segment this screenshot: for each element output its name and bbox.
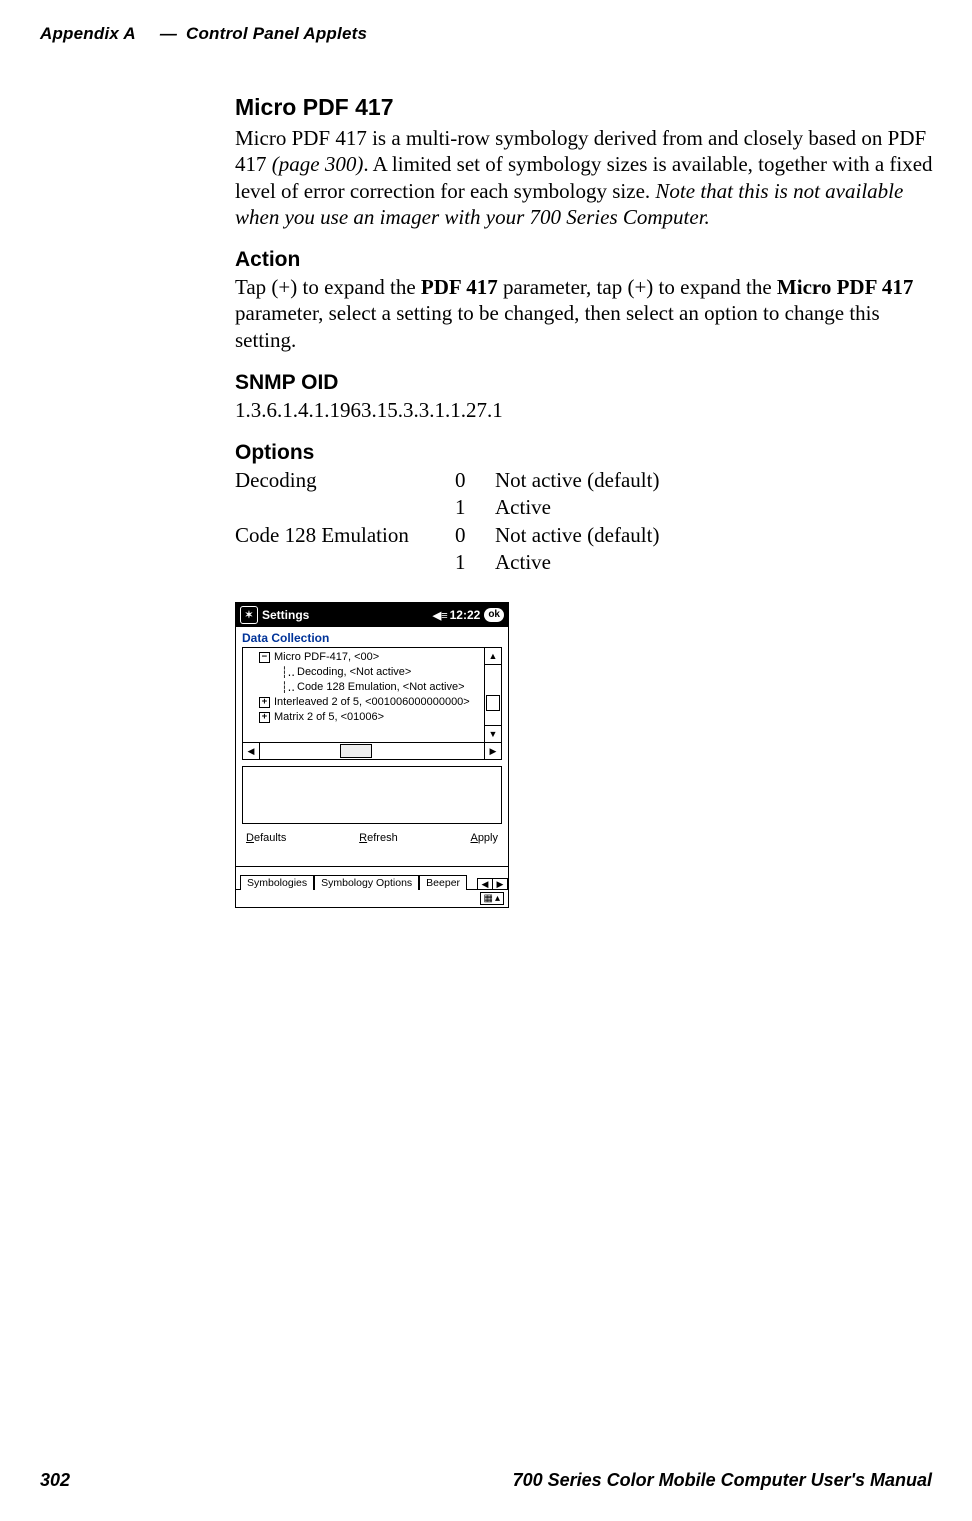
sound-icon[interactable]: ◀≡ <box>433 609 448 622</box>
scroll-up-icon[interactable]: ▲ <box>485 648 501 665</box>
opt-code: 1 <box>455 494 495 521</box>
tree-branch-icon: ┆‥ <box>279 665 297 680</box>
tab-symbologies[interactable]: Symbologies <box>240 875 314 890</box>
header-dash: — <box>160 24 177 43</box>
opt-desc-text: Active <box>495 550 551 574</box>
action-part-e: parameter, select a setting to be change… <box>235 301 880 351</box>
opt-desc: Active <box>495 494 659 521</box>
device-titlebar: ✶ Settings ◀≡ 12:22 ok <box>236 603 508 627</box>
hscroll-track[interactable] <box>260 743 484 759</box>
scroll-right-icon[interactable]: ▶ <box>484 743 501 759</box>
apply-button[interactable]: Apply <box>470 832 498 844</box>
clock: 12:22 <box>450 608 481 622</box>
tab-bar: Symbologies Symbology Options Beeper ◀ ▶ <box>236 866 508 889</box>
start-icon[interactable]: ✶ <box>240 606 258 624</box>
tree-item[interactable]: −Micro PDF-417, <00> <box>245 650 484 665</box>
hscroll-thumb[interactable] <box>340 744 372 758</box>
table-row: Decoding 0 Not active (default) <box>235 467 659 494</box>
section-title: Micro PDF 417 <box>235 94 935 121</box>
collapse-icon[interactable]: − <box>259 652 270 663</box>
table-row: 1 Active <box>235 549 659 576</box>
sip-row: ▦▴ <box>236 889 508 907</box>
page-number: 302 <box>40 1470 70 1491</box>
header-title: Control Panel Applets <box>186 24 367 43</box>
opt-code: 1 <box>455 549 495 576</box>
button-row: Defaults Refresh Apply <box>236 824 508 848</box>
scroll-left-icon[interactable]: ◀ <box>243 743 260 759</box>
refresh-button[interactable]: Refresh <box>359 832 398 844</box>
tab-beeper[interactable]: Beeper <box>419 875 467 890</box>
tab-right-icon[interactable]: ▶ <box>493 879 507 890</box>
action-part-c: parameter, tap (+) to expand the <box>498 275 777 299</box>
applet-title: Data Collection <box>236 627 508 647</box>
tree-label: Micro PDF-417, <00> <box>274 650 379 665</box>
appendix-label: Appendix A <box>40 24 136 43</box>
book-title: 700 Series Color Mobile Computer User's … <box>513 1470 932 1491</box>
tree-label: Code 128 Emulation, <Not active> <box>297 680 465 695</box>
expand-icon[interactable]: + <box>259 697 270 708</box>
tree-item[interactable]: ┆‥Code 128 Emulation, <Not active> <box>245 680 484 695</box>
opt-desc: Not active (default) <box>495 522 659 549</box>
tree-view[interactable]: −Micro PDF-417, <00> ┆‥Decoding, <Not ac… <box>242 647 502 743</box>
table-row: 1 Active <box>235 494 659 521</box>
action-part-a: Tap (+) to expand the <box>235 275 421 299</box>
action-text: Tap (+) to expand the PDF 417 parameter,… <box>235 274 935 353</box>
expand-icon[interactable]: + <box>259 712 270 723</box>
opt-desc-text: Not active <box>495 468 587 492</box>
tab-symbology-options[interactable]: Symbology Options <box>314 875 419 890</box>
tree-label: Decoding, <Not active> <box>297 665 411 680</box>
edit-box[interactable] <box>242 766 502 824</box>
tree-label: Matrix 2 of 5, <01006> <box>274 710 384 725</box>
tree-branch-icon: ┆‥ <box>279 680 297 695</box>
snmp-value: 1.3.6.1.4.1.1963.15.3.3.1.1.27.1 <box>235 397 935 423</box>
opt-desc-text: Active <box>495 495 551 519</box>
page-footer: 302 700 Series Color Mobile Computer Use… <box>40 1470 932 1491</box>
scroll-down-icon[interactable]: ▼ <box>485 725 501 742</box>
keyboard-icon[interactable]: ▦▴ <box>480 892 504 905</box>
defaults-button[interactable]: Defaults <box>246 832 286 844</box>
scroll-thumb[interactable] <box>486 695 500 711</box>
opt-name: Code 128 Emulation <box>235 522 455 549</box>
opt-name: Decoding <box>235 467 455 494</box>
opt-default: (default) <box>587 468 659 492</box>
opt-name <box>235 549 455 576</box>
section-intro: Micro PDF 417 is a multi-row symbology d… <box>235 125 935 230</box>
opt-code: 0 <box>455 467 495 494</box>
device-screenshot: ✶ Settings ◀≡ 12:22 ok Data Collection −… <box>235 602 509 908</box>
ok-button[interactable]: ok <box>484 608 504 622</box>
tree-item[interactable]: ┆‥Decoding, <Not active> <box>245 665 484 680</box>
app-title: Settings <box>262 608 309 622</box>
action-heading: Action <box>235 248 935 272</box>
options-table: Decoding 0 Not active (default) 1 Active… <box>235 467 659 576</box>
tree-item[interactable]: + Matrix 2 of 5, <01006> <box>245 710 484 725</box>
tab-scroll[interactable]: ◀ ▶ <box>477 878 508 890</box>
table-row: Code 128 Emulation 0 Not active (default… <box>235 522 659 549</box>
action-bold-1: PDF 417 <box>421 275 498 299</box>
opt-desc: Not active (default) <box>495 467 659 494</box>
opt-desc-text: Not active <box>495 523 587 547</box>
chevron-up-icon: ▴ <box>495 893 500 904</box>
intro-page-ref: (page 300) <box>272 152 364 176</box>
opt-code: 0 <box>455 522 495 549</box>
tree-label: Interleaved 2 of 5, <001006000000000> <box>274 695 470 710</box>
horizontal-scrollbar[interactable]: ◀ ▶ <box>242 743 502 760</box>
opt-name <box>235 494 455 521</box>
tab-left-icon[interactable]: ◀ <box>478 879 493 890</box>
snmp-heading: SNMP OID <box>235 371 935 395</box>
running-header: Appendix A — Control Panel Applets <box>40 24 932 44</box>
vertical-scrollbar[interactable]: ▲ ▼ <box>484 648 501 742</box>
main-content: Micro PDF 417 Micro PDF 417 is a multi-r… <box>235 94 935 908</box>
opt-desc: Active <box>495 549 659 576</box>
tree-item[interactable]: + Interleaved 2 of 5, <001006000000000> <box>245 695 484 710</box>
scroll-track[interactable] <box>485 665 501 725</box>
action-bold-2: Micro PDF 417 <box>777 275 913 299</box>
options-heading: Options <box>235 441 935 465</box>
opt-default: (default) <box>587 523 659 547</box>
